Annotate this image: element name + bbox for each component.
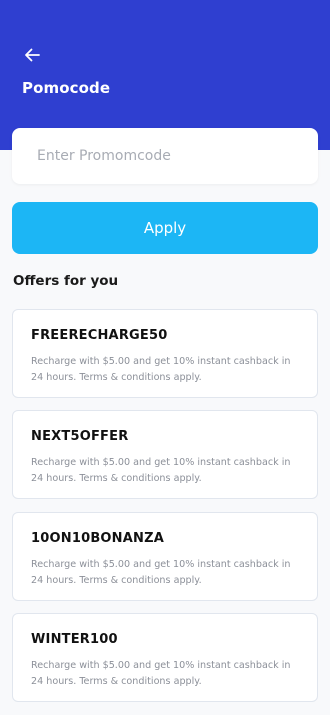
offer-description: Recharge with $5.00 and get 10% instant … [31, 356, 291, 383]
page-title: Pomocode [22, 79, 111, 97]
promocode-input[interactable] [12, 128, 318, 184]
apply-button[interactable]: Apply [12, 202, 318, 254]
offer-code: FREERECHARGE50 [31, 328, 168, 343]
offers-section-title: Offers for you [13, 273, 119, 289]
offer-card[interactable]: 10ON10BONANZA Recharge with $5.00 and ge… [12, 512, 318, 601]
back-button[interactable] [20, 44, 44, 66]
offer-card[interactable]: FREERECHARGE50 Recharge with $5.00 and g… [12, 309, 318, 398]
offer-description: Recharge with $5.00 and get 10% instant … [31, 457, 291, 484]
offer-code: WINTER100 [31, 632, 118, 647]
offer-description: Recharge with $5.00 and get 10% instant … [31, 660, 291, 687]
offer-description: Recharge with $5.00 and get 10% instant … [31, 559, 291, 586]
arrow-left-icon [25, 48, 40, 62]
offer-card[interactable]: WINTER100 Recharge with $5.00 and get 10… [12, 613, 318, 702]
offer-code: NEXT5OFFER [31, 429, 129, 444]
promocode-field [12, 128, 318, 184]
offer-card[interactable]: NEXT5OFFER Recharge with $5.00 and get 1… [12, 410, 318, 499]
offer-code: 10ON10BONANZA [31, 531, 164, 546]
